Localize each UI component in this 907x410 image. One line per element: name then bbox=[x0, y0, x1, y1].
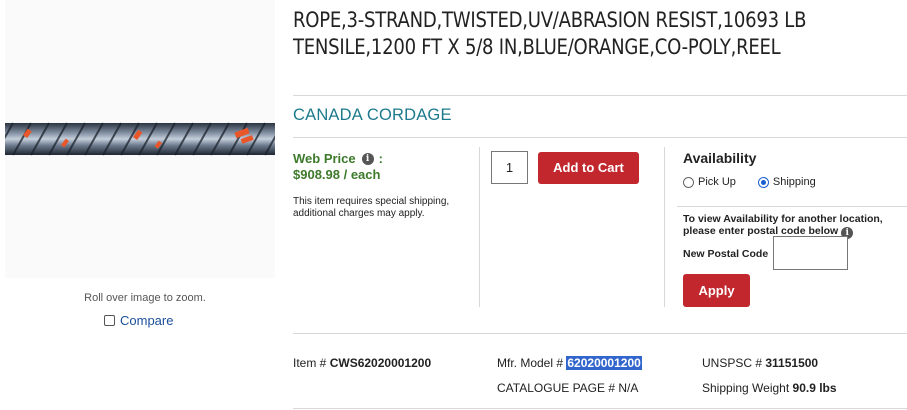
shipping-radio[interactable] bbox=[757, 176, 769, 188]
divider bbox=[293, 95, 907, 96]
compare-label[interactable]: Compare bbox=[120, 313, 173, 328]
web-price-colon: : bbox=[378, 151, 383, 166]
product-image[interactable] bbox=[5, 0, 275, 278]
shipping-weight-value: 90.9 lbs bbox=[792, 381, 837, 395]
unspsc-label: UNSPSC # bbox=[702, 356, 763, 370]
quantity-input[interactable]: 1 bbox=[491, 151, 528, 184]
apply-button[interactable]: Apply bbox=[683, 274, 750, 307]
brand-link[interactable]: CANADA CORDAGE bbox=[293, 106, 452, 125]
web-price-label-row: Web Price i : bbox=[293, 151, 383, 166]
price-value: $908.98 / each bbox=[293, 167, 381, 182]
pickup-radio[interactable] bbox=[683, 176, 694, 188]
mfr-model-label: Mfr. Model # bbox=[497, 356, 564, 370]
divider bbox=[677, 206, 907, 207]
compare-toggle[interactable]: Compare bbox=[104, 313, 173, 328]
item-number-value: CWS62020001200 bbox=[329, 356, 432, 370]
unspsc: UNSPSC # 31151500 bbox=[702, 356, 818, 370]
add-to-cart-button[interactable]: Add to Cart bbox=[538, 152, 639, 184]
product-title: ROPE,3-STRAND,TWISTED,UV/ABRASION RESIST… bbox=[293, 8, 807, 59]
availability-heading: Availability bbox=[683, 150, 757, 166]
compare-checkbox[interactable] bbox=[104, 315, 115, 326]
delivery-options: Pick Up Shipping bbox=[683, 176, 816, 188]
mfr-model: Mfr. Model # 62020001200 bbox=[497, 356, 642, 370]
divider bbox=[664, 147, 665, 307]
info-icon[interactable]: i bbox=[361, 152, 374, 165]
item-number-label: Item # bbox=[293, 356, 327, 370]
postal-code-label: New Postal Code bbox=[683, 248, 769, 260]
catalogue-page-value: N/A bbox=[618, 381, 639, 395]
divider bbox=[479, 147, 480, 307]
unspsc-value: 31151500 bbox=[765, 356, 819, 370]
catalogue-page-label: CATALOGUE PAGE # bbox=[497, 381, 616, 395]
divider bbox=[293, 408, 907, 409]
catalogue-page: CATALOGUE PAGE # N/A bbox=[497, 381, 638, 395]
postal-code-input[interactable] bbox=[773, 236, 848, 270]
mfr-model-value[interactable]: 62020001200 bbox=[566, 356, 642, 370]
web-price-label: Web Price bbox=[293, 151, 356, 166]
shipping-weight-label: Shipping Weight bbox=[702, 381, 790, 395]
shipping-label[interactable]: Shipping bbox=[773, 176, 816, 188]
rope-image bbox=[5, 122, 275, 156]
divider bbox=[293, 333, 907, 334]
pickup-label[interactable]: Pick Up bbox=[698, 176, 736, 188]
shipping-note: This item requires special shipping, add… bbox=[293, 196, 450, 219]
divider bbox=[293, 137, 907, 138]
item-number: Item # CWS62020001200 bbox=[293, 356, 431, 370]
shipping-weight: Shipping Weight 90.9 lbs bbox=[702, 381, 837, 395]
zoom-hint: Roll over image to zoom. bbox=[84, 292, 206, 304]
